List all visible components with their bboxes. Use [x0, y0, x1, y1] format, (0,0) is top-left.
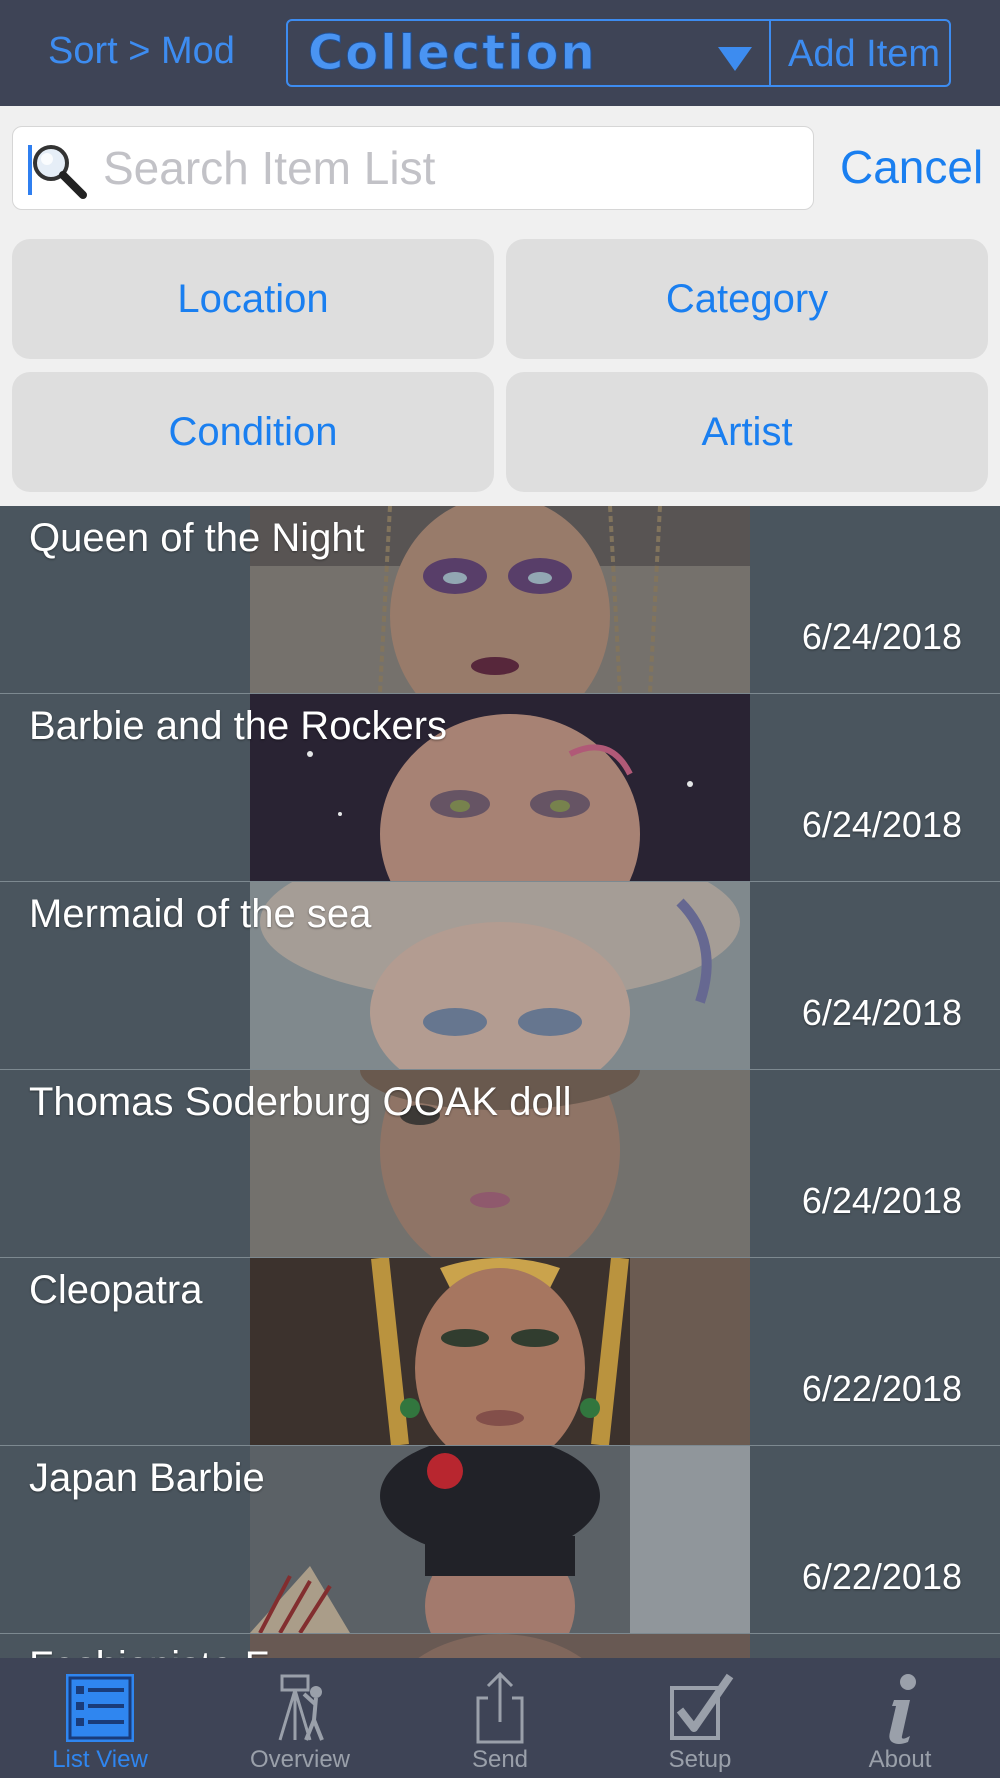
top-bar: Sort > Mod Collection Add Item [0, 0, 1000, 106]
add-item-button[interactable]: Add Item [788, 33, 940, 76]
item-title: Mermaid of the sea [29, 892, 372, 936]
list-item[interactable]: Fashionista F [0, 1634, 1000, 1658]
info-icon [889, 1674, 916, 1744]
list-icon [66, 1674, 134, 1742]
filter-location-button[interactable]: Location [12, 239, 494, 359]
item-title: Thomas Soderburg OOAK doll [29, 1080, 572, 1124]
item-date: 6/22/2018 [801, 1368, 962, 1409]
divider [769, 21, 771, 85]
item-date: 6/22/2018 [801, 1556, 962, 1597]
item-title: Cleopatra [29, 1268, 203, 1312]
item-thumbnail [250, 1634, 750, 1658]
tab-label: Setup [668, 1746, 732, 1773]
search-panel: Search Item List Cancel Location Categor… [0, 106, 1000, 506]
collection-title: Collection [308, 25, 597, 82]
filter-category-button[interactable]: Category [506, 239, 988, 359]
share-icon [476, 1671, 524, 1744]
search-input[interactable]: Search Item List [12, 126, 814, 210]
item-list[interactable]: Queen of the Night 6/24/2018 Barbie and … [0, 506, 1000, 1658]
tab-setup[interactable]: Setup [600, 1658, 800, 1778]
item-title: Barbie and the Rockers [29, 704, 448, 748]
item-title: Fashionista F [29, 1644, 269, 1658]
tab-overview[interactable]: Overview [200, 1658, 400, 1778]
collection-selector[interactable]: Collection Add Item [286, 19, 951, 87]
item-title: Queen of the Night [29, 516, 365, 560]
item-title: Japan Barbie [29, 1456, 265, 1500]
dropdown-arrow-icon[interactable] [718, 47, 752, 71]
tab-send[interactable]: Send [400, 1658, 600, 1778]
item-thumbnail [250, 1258, 750, 1445]
tab-label: Send [471, 1746, 529, 1773]
list-item[interactable]: Mermaid of the sea 6/24/2018 [0, 882, 1000, 1070]
tab-bar: List View Overview Send Setup About [0, 1658, 1000, 1778]
list-item[interactable]: Thomas Soderburg OOAK doll 6/24/2018 [0, 1070, 1000, 1258]
tab-list-view[interactable]: List View [0, 1658, 200, 1778]
list-item[interactable]: Cleopatra 6/22/2018 [0, 1258, 1000, 1446]
search-icon [28, 145, 87, 199]
item-date: 6/24/2018 [801, 804, 962, 845]
checkbox-icon [670, 1673, 734, 1740]
item-thumbnail [250, 1446, 750, 1633]
search-placeholder: Search Item List [103, 142, 436, 194]
item-date: 6/24/2018 [801, 992, 962, 1033]
tab-label: Overview [249, 1746, 351, 1773]
list-item[interactable]: Queen of the Night 6/24/2018 [0, 506, 1000, 694]
filter-artist-button[interactable]: Artist [506, 372, 988, 492]
tab-label: About [868, 1746, 932, 1773]
item-date: 6/24/2018 [801, 616, 962, 657]
tripod-camera-icon [278, 1674, 324, 1741]
item-date: 6/24/2018 [801, 1180, 962, 1221]
list-item[interactable]: Japan Barbie 6/22/2018 [0, 1446, 1000, 1634]
tab-about[interactable]: About [800, 1658, 1000, 1778]
cancel-button[interactable]: Cancel [840, 140, 983, 194]
tab-label: List View [52, 1746, 148, 1773]
filter-condition-button[interactable]: Condition [12, 372, 494, 492]
sort-button[interactable]: Sort > Mod [48, 30, 235, 73]
list-item[interactable]: Barbie and the Rockers 6/24/2018 [0, 694, 1000, 882]
